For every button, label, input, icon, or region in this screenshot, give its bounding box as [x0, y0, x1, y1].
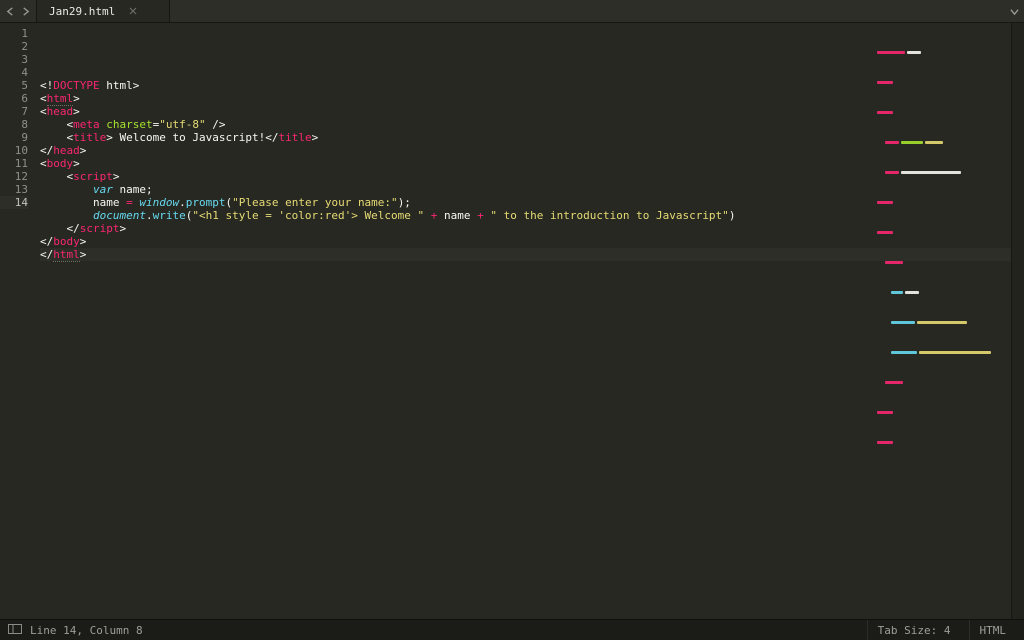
- code-line[interactable]: </body>: [40, 235, 1011, 248]
- panel-switch-icon[interactable]: [8, 624, 22, 637]
- line-number: 6: [0, 92, 28, 105]
- tab-bar-space: [170, 0, 1004, 22]
- line-number: 12: [0, 170, 28, 183]
- line-number: 14: [0, 196, 28, 209]
- line-number: 5: [0, 79, 28, 92]
- app-window: Jan29.html 1234567891011121314: [0, 0, 1024, 640]
- line-number: 9: [0, 131, 28, 144]
- code-area[interactable]: <!DOCTYPE html><html><head> <meta charse…: [34, 23, 1011, 619]
- code-line[interactable]: name = window.prompt("Please enter your …: [40, 196, 1011, 209]
- tab-bar: Jan29.html: [0, 0, 1024, 23]
- code-line[interactable]: <html>: [40, 92, 1011, 105]
- status-line-col[interactable]: Line 14, Column 8: [30, 620, 153, 640]
- nav-back-icon[interactable]: [6, 7, 15, 16]
- line-number: 10: [0, 144, 28, 157]
- line-gutter: 1234567891011121314: [0, 23, 34, 619]
- line-number: 4: [0, 66, 28, 79]
- tab-file[interactable]: Jan29.html: [36, 0, 170, 22]
- status-syntax[interactable]: HTML: [969, 620, 1017, 640]
- line-number: 11: [0, 157, 28, 170]
- minimap[interactable]: [877, 25, 997, 85]
- code-line[interactable]: <body>: [40, 157, 1011, 170]
- tab-menu-icon[interactable]: [1004, 0, 1024, 22]
- code-line[interactable]: </head>: [40, 144, 1011, 157]
- status-bar: Line 14, Column 8 Tab Size: 4 HTML: [0, 619, 1024, 640]
- nav-forward-icon[interactable]: [21, 7, 30, 16]
- code-line[interactable]: </script>: [40, 222, 1011, 235]
- code-line[interactable]: <script>: [40, 170, 1011, 183]
- nav-buttons: [0, 0, 36, 22]
- code-line[interactable]: document.write("<h1 style = 'color:red'>…: [40, 209, 1011, 222]
- code-line[interactable]: </html>: [40, 248, 1011, 261]
- line-number: 13: [0, 183, 28, 196]
- line-number: 3: [0, 53, 28, 66]
- line-number: 2: [0, 40, 28, 53]
- line-number: 7: [0, 105, 28, 118]
- code-line[interactable]: <head>: [40, 105, 1011, 118]
- code-line[interactable]: <!DOCTYPE html>: [40, 79, 1011, 92]
- line-number: 1: [0, 27, 28, 40]
- editor-area: 1234567891011121314 <!DOCTYPE html><html…: [0, 23, 1024, 619]
- vertical-scrollbar[interactable]: [1011, 23, 1024, 619]
- close-icon[interactable]: [129, 5, 137, 18]
- line-number: 8: [0, 118, 28, 131]
- code-line[interactable]: var name;: [40, 183, 1011, 196]
- code-line[interactable]: <meta charset="utf-8" />: [40, 118, 1011, 131]
- status-tab-size[interactable]: Tab Size: 4: [867, 620, 961, 640]
- tab-filename: Jan29.html: [49, 5, 115, 18]
- code-line[interactable]: <title> Welcome to Javascript!</title>: [40, 131, 1011, 144]
